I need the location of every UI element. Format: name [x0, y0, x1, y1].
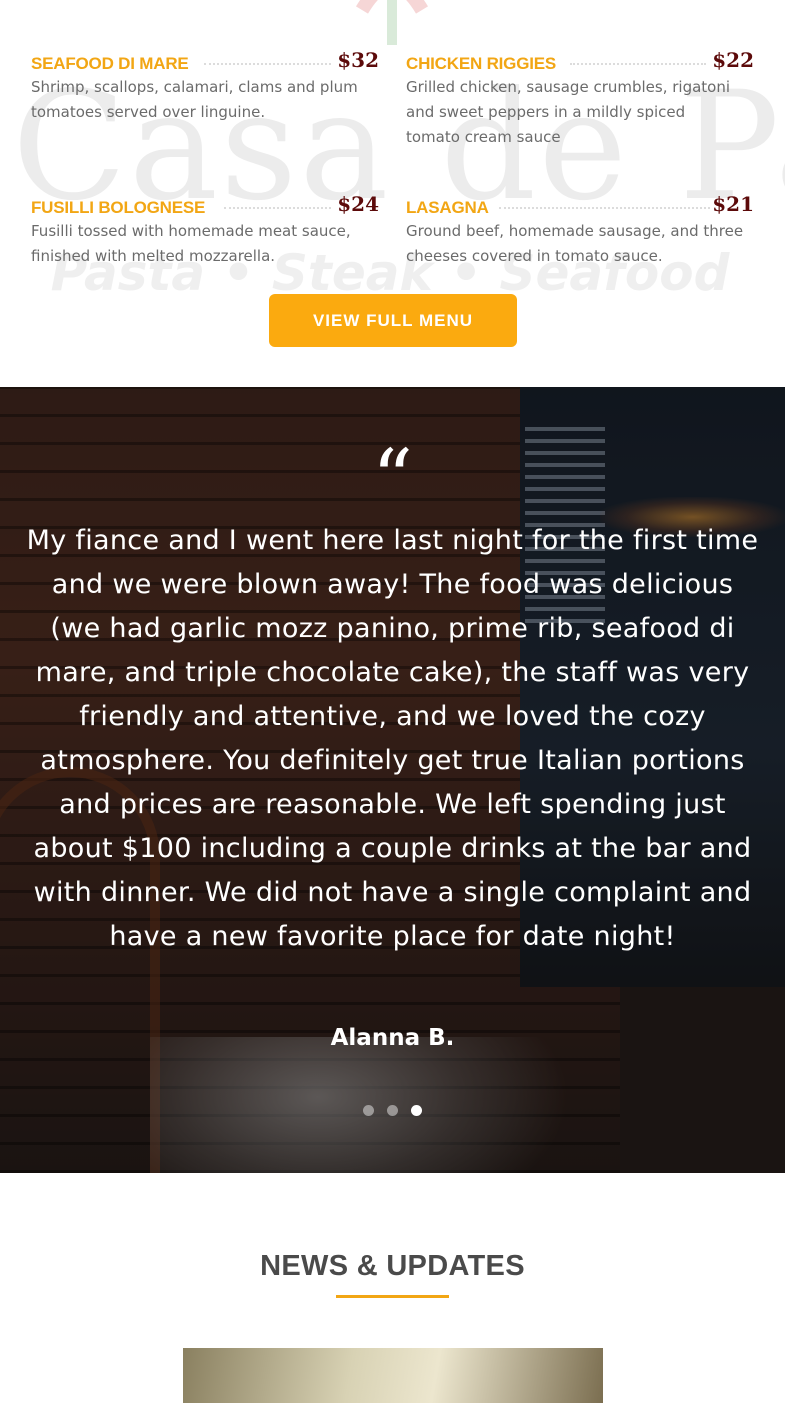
menu-item-description: Ground beef, homemade sausage, and three…: [406, 222, 744, 265]
menu-item-name: FUSILLI BOLOGNESE: [31, 198, 206, 217]
title-underline: [336, 1295, 449, 1298]
menu-item-leader: [499, 207, 710, 209]
testimonial-text: My fiance and I went here last night for…: [26, 525, 759, 952]
menu-section: Casa de Pasta Pasta • Steak • Seafood SE…: [0, 0, 785, 387]
menu-item-price: $21: [712, 192, 754, 216]
carousel-dot-1[interactable]: [362, 1105, 374, 1116]
menu-item: FUSILLI BOLOGNESE $24 Fusilli tossed wit…: [31, 192, 379, 265]
menu-item-description: Fusilli tossed with homemade meat sauce,…: [31, 222, 351, 265]
menu-item-leader: [570, 63, 706, 65]
carousel-dots: [0, 1101, 785, 1120]
menu-item-name: CHICKEN RIGGIES: [406, 54, 557, 73]
menu-item: CHICKEN RIGGIES $22 Grilled chicken, sau…: [406, 48, 754, 146]
logo-emblem-icon: [355, 0, 429, 45]
menu-item-description: Grilled chicken, sausage crumbles, rigat…: [406, 78, 731, 146]
carousel-dot-3[interactable]: [411, 1105, 423, 1116]
menu-item-price: $22: [712, 48, 754, 72]
menu-item-name: LASAGNA: [406, 198, 489, 217]
menu-item-price: $32: [337, 48, 379, 72]
testimonial-section: “ My fiance and I went here last night f…: [0, 387, 785, 1173]
menu-item-name: SEAFOOD DI MARE: [31, 54, 189, 73]
menu-item-leader: [224, 207, 331, 209]
menu-item-description: Shrimp, scallops, calamari, clams and pl…: [31, 78, 358, 121]
menu-item-price: $24: [337, 192, 379, 216]
view-full-menu-button[interactable]: VIEW FULL MENU: [269, 294, 517, 347]
carousel-dot-2[interactable]: [387, 1105, 398, 1116]
news-section-title: NEWS & UPDATES: [260, 1250, 525, 1282]
menu-item-leader: [204, 63, 331, 65]
menu-item: LASAGNA $21 Ground beef, homemade sausag…: [406, 192, 754, 265]
quote-icon: “: [372, 432, 413, 525]
testimonial-author: Alanna B.: [330, 1025, 455, 1051]
news-post-image[interactable]: [183, 1348, 603, 1403]
menu-item: SEAFOOD DI MARE $32 Shrimp, scallops, ca…: [31, 48, 379, 121]
